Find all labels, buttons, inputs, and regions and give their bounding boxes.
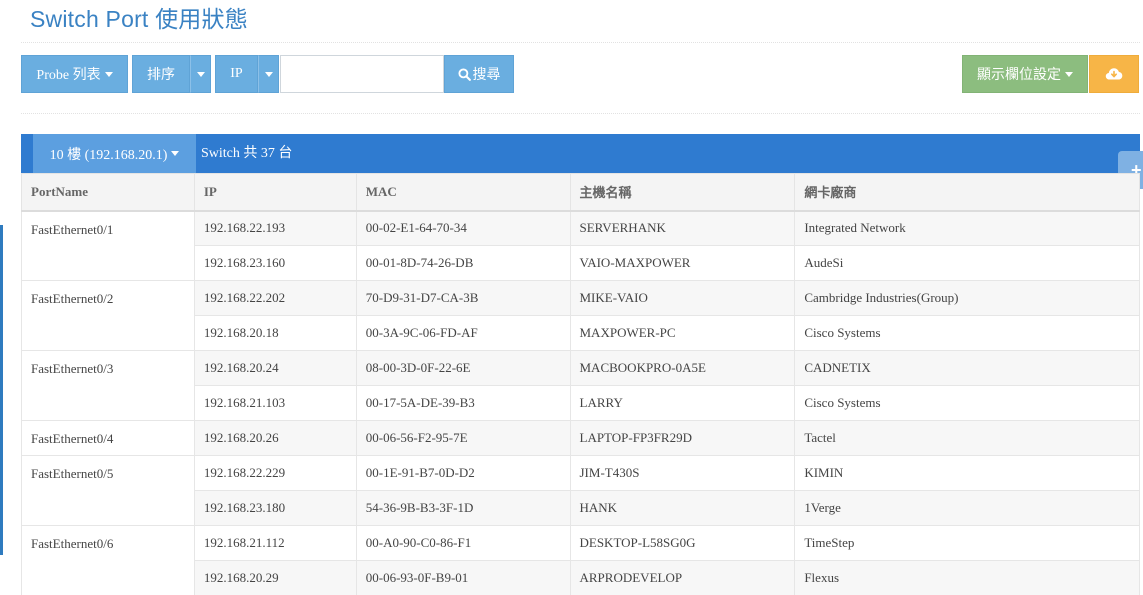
ip-button[interactable]: IP [215,55,258,93]
search-button[interactable]: 搜尋 [444,55,514,93]
mac-cell: 00-06-56-F2-95-7E [355,420,571,456]
mac-cell: 54-36-9B-B3-3F-1D [355,490,571,526]
vendor-cell: Cisco Systems [794,315,1140,351]
download-button[interactable] [1089,55,1139,93]
title-divider [21,42,1140,43]
port-name-cell: FastEthernet0/2 [21,280,195,351]
mac-cell: 00-01-8D-74-26-DB [355,245,571,281]
floor-select-button[interactable]: 10 樓 (192.168.20.1) [33,134,196,173]
mac-cell: 00-A0-90-C0-86-F1 [355,525,571,561]
table-header-row: PortName IP MAC 主機名稱 網卡廠商 [21,173,1140,212]
mac-cell: 00-06-93-0F-B9-01 [355,560,571,595]
toolbar-divider [21,113,1140,114]
cloud-download-icon [1105,68,1123,80]
search-input[interactable] [280,55,444,93]
caret-down-icon [1065,71,1073,77]
mac-cell: 00-1E-91-B7-0D-D2 [355,455,571,491]
port-name-cell: FastEthernet0/1 [21,210,195,281]
column-header-hostname[interactable]: 主機名稱 [569,173,796,212]
hostname-cell: SERVERHANK [569,210,796,246]
table-body: FastEthernet0/1 192.168.22.193 00-02-E1-64… [21,210,1140,595]
vendor-cell: KIMIN [794,455,1140,491]
search-icon [457,67,471,81]
switch-port-table: PortName IP MAC 主機名稱 網卡廠商 FastEthernet0/… [21,173,1140,595]
ip-cell: 192.168.20.24 [193,350,357,386]
caret-down-icon [196,71,205,77]
port-name-cell: FastEthernet0/5 [21,455,195,526]
column-header-ip[interactable]: IP [193,173,357,212]
ip-cell: 192.168.21.112 [193,525,357,561]
page-title: Switch Port 使用狀態 [30,6,248,32]
hostname-cell: LAPTOP-FP3FR29D [569,420,796,456]
vendor-cell: Flexus [794,560,1140,595]
table-row: FastEthernet0/4 192.168.20.26 00-06-56-F2-… [21,420,1140,456]
caret-down-icon [171,151,180,156]
ip-cell: 192.168.22.202 [193,280,357,316]
table-row: FastEthernet0/6 192.168.21.112 00-A0-90-C0… [21,525,1140,595]
mac-cell: 00-17-5A-DE-39-B3 [355,385,571,421]
table-row: FastEthernet0/2 192.168.22.202 70-D9-31-D7… [21,280,1140,351]
left-accent-bar [0,225,3,555]
hostname-cell: LARRY [569,385,796,421]
hostname-cell: MACBOOKPRO-0A5E [569,350,796,386]
hostname-cell: MAXPOWER-PC [569,315,796,351]
vendor-cell: 1Verge [794,490,1140,526]
vendor-cell: AudeSi [794,245,1140,281]
column-settings-label: 顯示欄位設定 [977,68,1061,83]
vendor-cell: TimeStep [794,525,1140,561]
switch-count: Switch 共 37 台 [201,146,293,161]
hostname-cell: MIKE-VAIO [569,280,796,316]
port-name-cell: FastEthernet0/4 [21,420,195,456]
vendor-cell: Integrated Network [794,210,1140,246]
ip-cell: 192.168.23.180 [193,490,357,526]
table-row: FastEthernet0/1 192.168.22.193 00-02-E1-64… [21,210,1140,281]
vendor-cell: Tactel [794,420,1140,456]
hostname-cell: JIM-T430S [569,455,796,491]
search-label: 搜尋 [472,68,501,83]
floor-select-label: 10 樓 (192.168.20.1) [49,147,168,163]
sort-dropdown-toggle[interactable] [190,55,211,93]
column-settings-button[interactable]: 顯示欄位設定 [962,55,1088,93]
hostname-cell: HANK [569,490,796,526]
hostname-cell: DESKTOP-L58SG0G [569,525,796,561]
mac-cell: 08-00-3D-0F-22-6E [355,350,571,386]
table-row: FastEthernet0/3 192.168.20.24 08-00-3D-0F-… [21,350,1140,421]
port-name-cell: FastEthernet0/3 [21,350,195,421]
table-row: FastEthernet0/5 192.168.22.229 00-1E-91-B7… [21,455,1140,526]
vendor-cell: CADNETIX [794,350,1140,386]
vendor-cell: Cambridge Industries(Group) [794,280,1140,316]
hostname-cell: ARPRODEVELOP [569,560,796,595]
ip-cell: 192.168.22.229 [193,455,357,491]
sort-label: 排序 [147,68,175,83]
ip-cell: 192.168.21.103 [193,385,357,421]
ip-dropdown-toggle[interactable] [258,55,279,93]
switch-panel-header: 10 樓 (192.168.20.1) Switch 共 37 台 [21,134,1140,173]
ip-cell: 192.168.20.29 [193,560,357,595]
sort-button[interactable]: 排序 [132,55,190,93]
column-header-vendor[interactable]: 網卡廠商 [794,173,1140,212]
ip-cell: 192.168.23.160 [193,245,357,281]
vendor-cell: Cisco Systems [794,385,1140,421]
mac-cell: 00-02-E1-64-70-34 [355,210,571,246]
ip-cell: 192.168.20.26 [193,420,357,456]
caret-down-icon [104,71,113,77]
probe-list-label: Probe 列表 [36,68,101,83]
mac-cell: 00-3A-9C-06-FD-AF [355,315,571,351]
caret-down-icon [264,71,273,77]
probe-list-button[interactable]: Probe 列表 [21,55,128,93]
mac-cell: 70-D9-31-D7-CA-3B [355,280,571,316]
column-header-portname[interactable]: PortName [21,173,195,212]
column-header-mac[interactable]: MAC [355,173,571,212]
hostname-cell: VAIO-MAXPOWER [569,245,796,281]
ip-label: IP [230,66,243,81]
ip-cell: 192.168.20.18 [193,315,357,351]
ip-cell: 192.168.22.193 [193,210,357,246]
port-name-cell: FastEthernet0/6 [21,525,195,595]
